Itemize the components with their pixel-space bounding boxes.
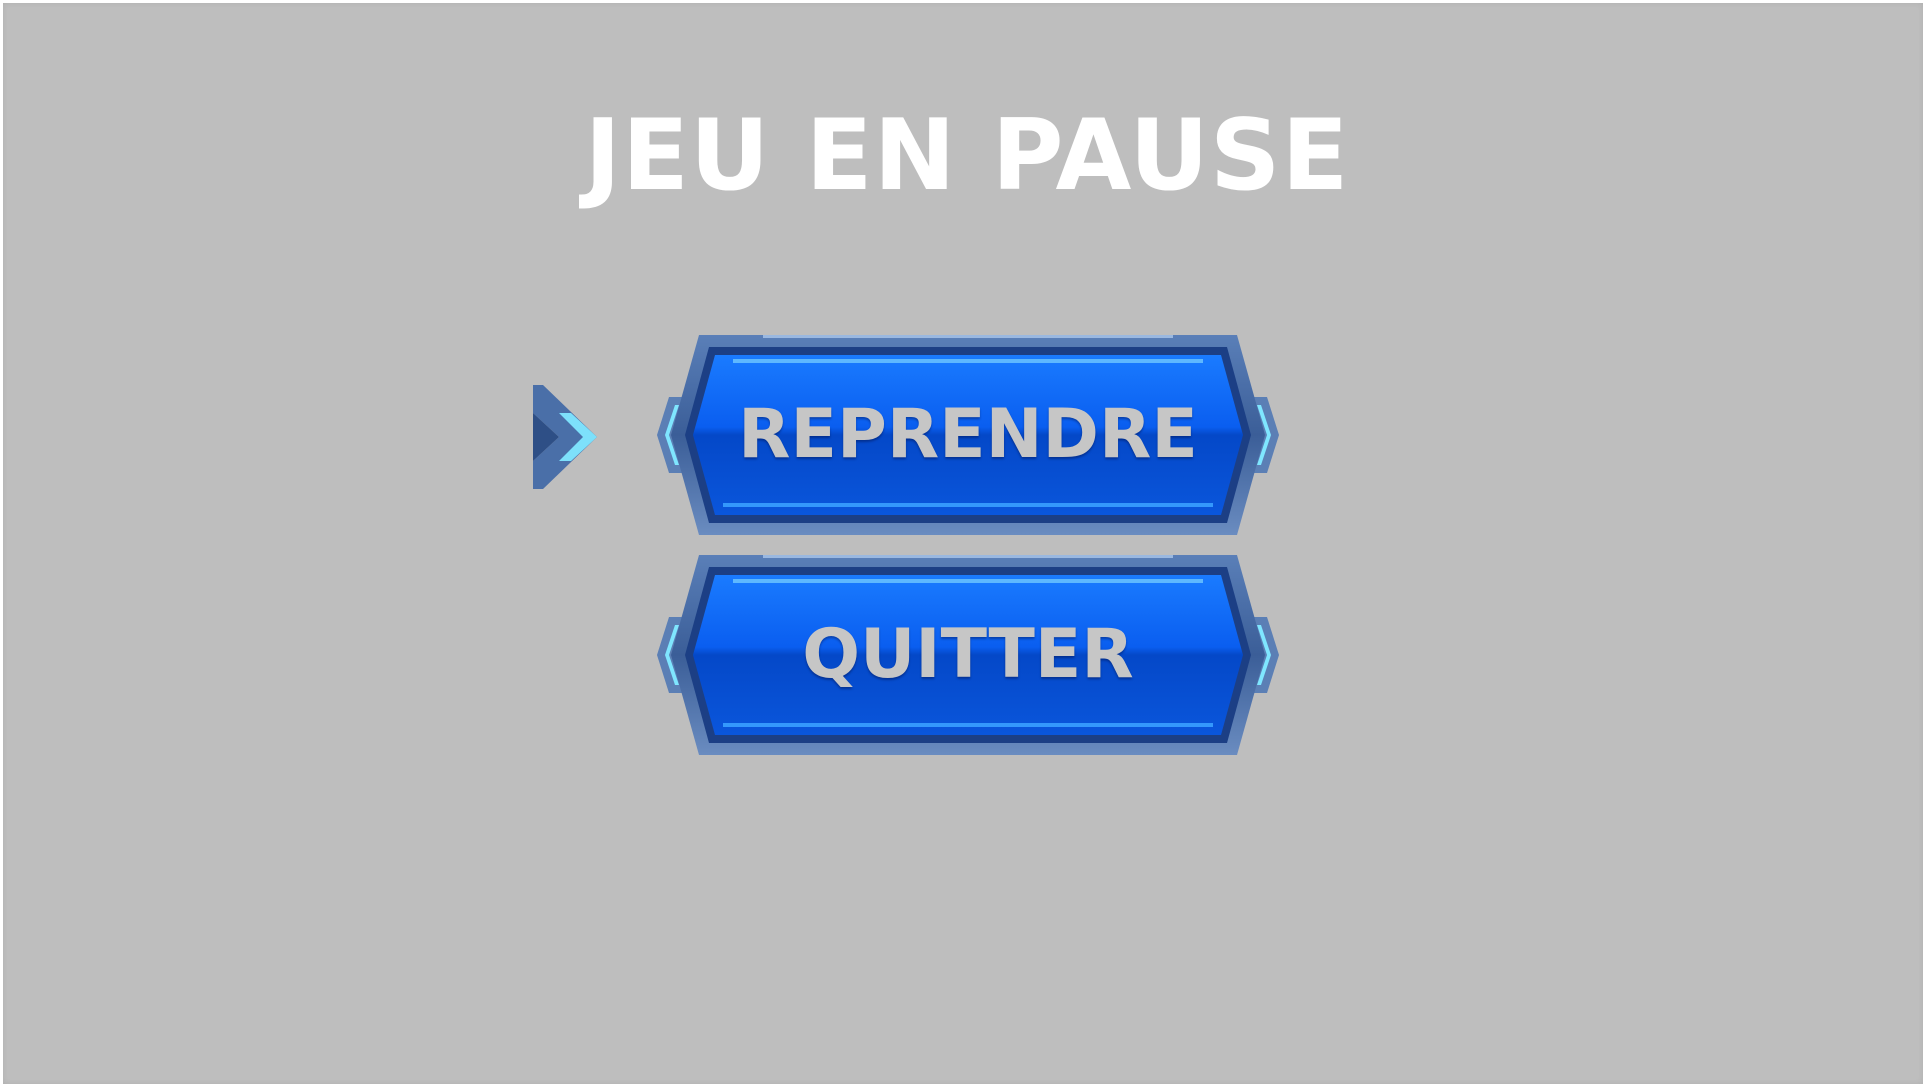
quit-button-label: QUITTER	[802, 615, 1134, 694]
resume-button[interactable]: REPRENDRE	[653, 335, 1283, 535]
resume-button-label: REPRENDRE	[738, 395, 1198, 474]
quit-button[interactable]: QUITTER	[653, 555, 1283, 755]
chevron-right-icon	[533, 385, 597, 489]
pause-screen: JEU EN PAUSE REPRENDRE QUITTER	[3, 3, 1923, 1084]
pause-title: JEU EN PAUSE	[584, 99, 1350, 213]
